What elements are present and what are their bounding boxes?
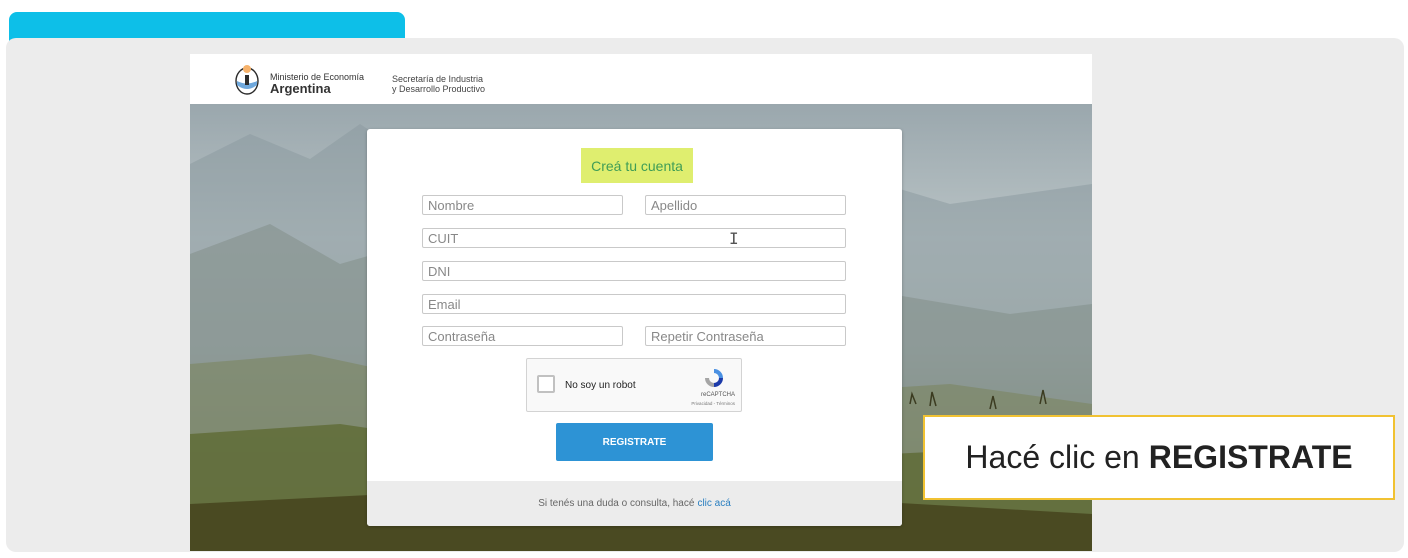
- callout-emphasis: REGISTRATE: [1148, 439, 1353, 475]
- apellido-input[interactable]: Apellido: [645, 195, 846, 215]
- signup-card: Creá tu cuenta Nombre Apellido CUIT I DN…: [367, 129, 902, 526]
- password-input[interactable]: Contraseña: [422, 326, 623, 346]
- help-link[interactable]: clic acá: [697, 498, 730, 509]
- dni-input[interactable]: DNI: [422, 261, 846, 281]
- help-footer: Si tenés una duda o consulta, hacé clic …: [367, 481, 902, 526]
- email-input[interactable]: Email: [422, 294, 846, 314]
- register-button[interactable]: REGISTRATE: [556, 423, 713, 461]
- argentina-seal-icon: [235, 65, 259, 95]
- site-header: Ministerio de Economía Argentina Secreta…: [190, 54, 1092, 104]
- secretaria-text: Secretaría de Industria y Desarrollo Pro…: [392, 74, 485, 94]
- secretaria-line-1: Secretaría de Industria: [392, 74, 484, 84]
- nombre-input[interactable]: Nombre: [422, 195, 623, 215]
- recaptcha-brand: reCAPTCHA: [700, 392, 735, 398]
- instruction-callout: Hacé clic en REGISTRATE: [923, 415, 1395, 500]
- ministry-logo-text: Ministerio de Economía Argentina: [270, 72, 364, 96]
- text-cursor-icon: I: [729, 229, 739, 248]
- recaptcha-terms-link[interactable]: Privacidad - Términos: [691, 401, 735, 406]
- help-text: Si tenés una duda o consulta, hacé: [538, 498, 695, 509]
- secretaria-line-2: y Desarrollo Productivo: [392, 84, 486, 94]
- repeat-password-input[interactable]: Repetir Contraseña: [645, 326, 846, 346]
- form-title: Creá tu cuenta: [581, 148, 693, 183]
- callout-text: Hacé clic en: [965, 439, 1140, 475]
- recaptcha-widget: No soy un robot reCAPTCHA Privacidad - T…: [526, 358, 742, 412]
- recaptcha-checkbox[interactable]: [537, 375, 555, 393]
- country-name: Argentina: [270, 81, 331, 96]
- recaptcha-label: No soy un robot: [565, 380, 636, 391]
- recaptcha-logo-icon: [705, 369, 723, 387]
- cuit-input[interactable]: CUIT: [422, 228, 846, 248]
